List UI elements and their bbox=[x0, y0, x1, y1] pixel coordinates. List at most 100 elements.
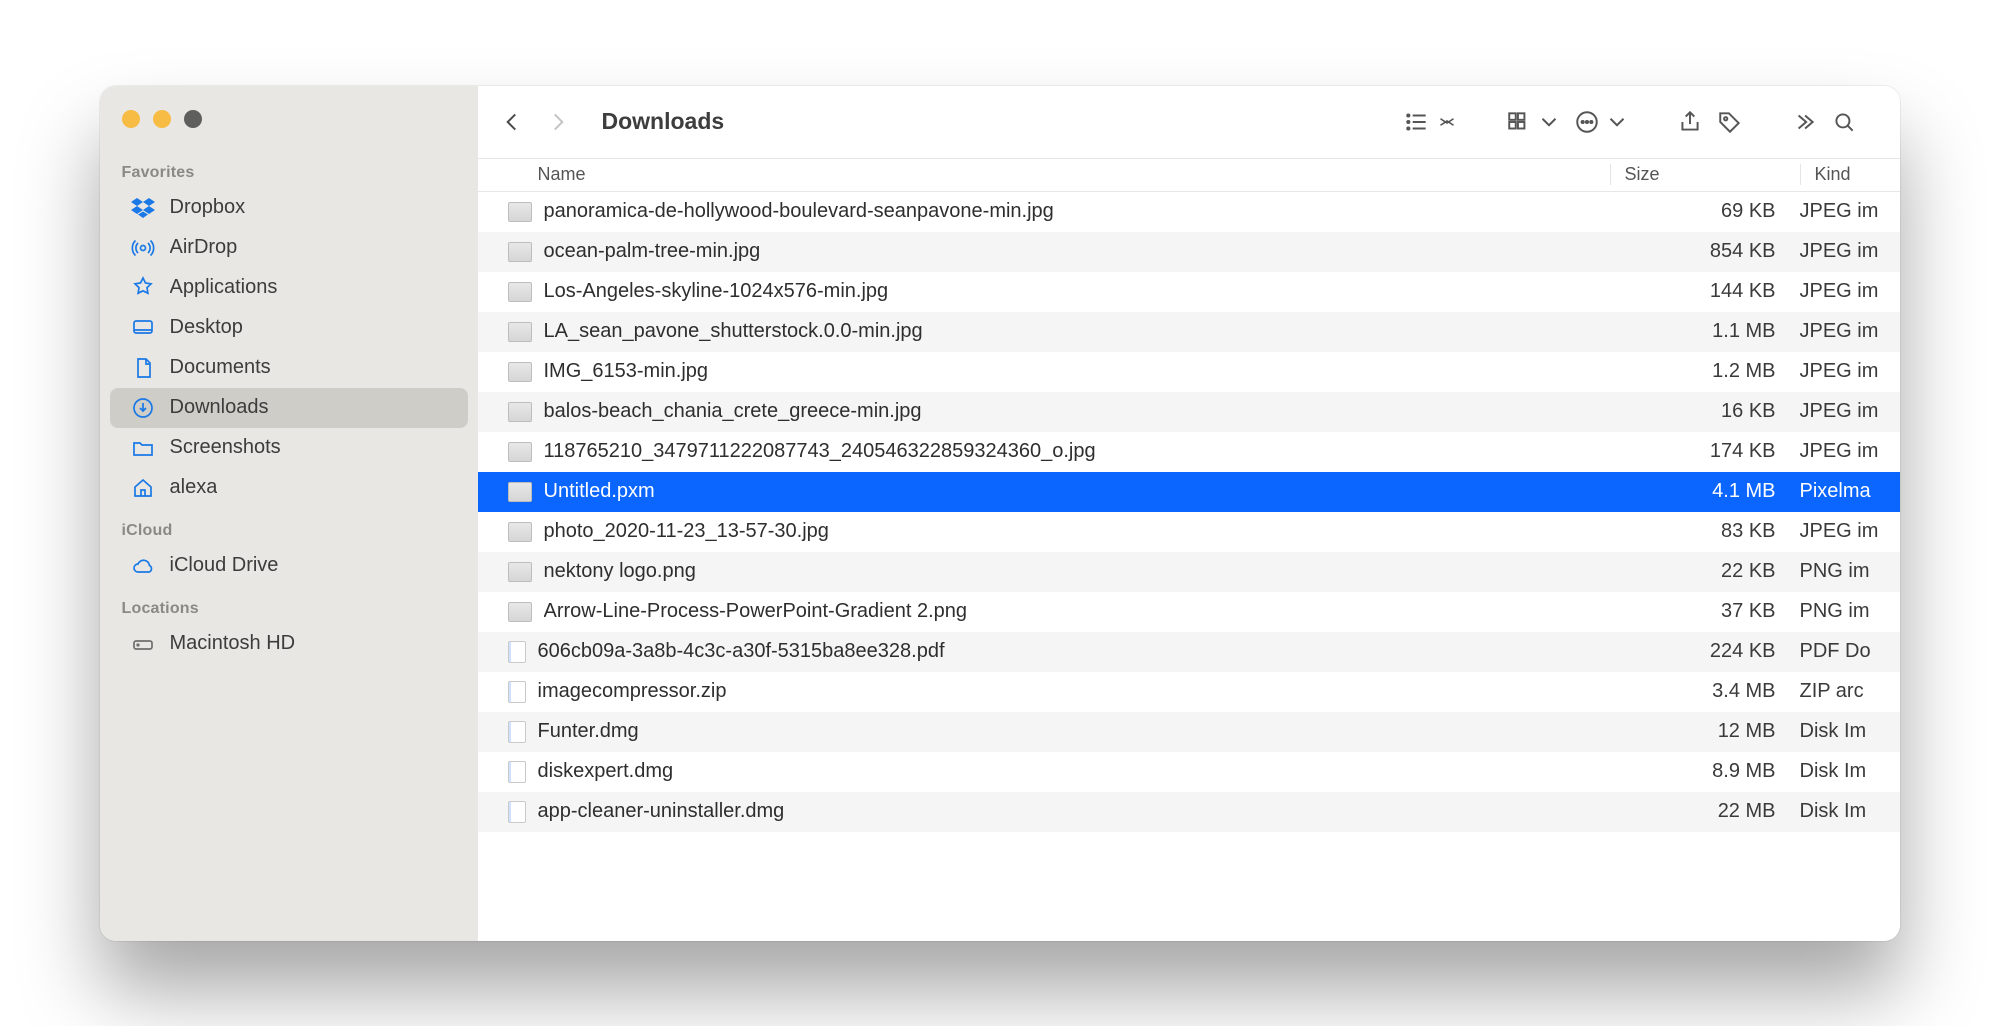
file-size: 22 KB bbox=[1610, 560, 1800, 583]
overflow-button[interactable] bbox=[1784, 102, 1824, 142]
file-size: 37 KB bbox=[1610, 600, 1800, 623]
file-size: 69 KB bbox=[1610, 200, 1800, 223]
file-kind: PNG im bbox=[1800, 600, 1900, 623]
file-row[interactable]: 606cb09a-3a8b-4c3c-a30f-5315ba8ee328.pdf… bbox=[478, 632, 1900, 672]
home-icon bbox=[130, 475, 156, 501]
file-row[interactable]: panoramica-de-hollywood-boulevard-seanpa… bbox=[478, 192, 1900, 232]
view-list-button[interactable] bbox=[1398, 102, 1466, 142]
sidebar-item-screenshots[interactable]: Screenshots bbox=[110, 428, 468, 468]
sidebar-item-desktop[interactable]: Desktop bbox=[110, 308, 468, 348]
airdrop-icon bbox=[130, 235, 156, 261]
image-thumbnail-icon bbox=[508, 282, 532, 302]
sidebar-item-label: Macintosh HD bbox=[170, 632, 296, 655]
file-name: Los-Angeles-skyline-1024x576-min.jpg bbox=[544, 280, 1610, 303]
sidebar-item-dropbox[interactable]: Dropbox bbox=[110, 188, 468, 228]
sidebar-item-icloud-drive[interactable]: iCloud Drive bbox=[110, 546, 468, 586]
sidebar-item-airdrop[interactable]: AirDrop bbox=[110, 228, 468, 268]
sidebar-item-downloads[interactable]: Downloads bbox=[110, 388, 468, 428]
image-thumbnail-icon bbox=[508, 602, 532, 622]
file-row[interactable]: nektony logo.png22 KBPNG im bbox=[478, 552, 1900, 592]
file-kind: JPEG im bbox=[1800, 320, 1900, 343]
group-by-button[interactable] bbox=[1500, 102, 1568, 142]
finder-window: Favorites Dropbox AirDrop Applications bbox=[100, 86, 1900, 941]
downloads-icon bbox=[130, 395, 156, 421]
minimize-window-button[interactable] bbox=[153, 110, 171, 128]
file-row[interactable]: Los-Angeles-skyline-1024x576-min.jpg144 … bbox=[478, 272, 1900, 312]
file-size: 83 KB bbox=[1610, 520, 1800, 543]
file-row[interactable]: 118765210_3479711222087743_2405463228593… bbox=[478, 432, 1900, 472]
sidebar-item-macintosh-hd[interactable]: Macintosh HD bbox=[110, 624, 468, 664]
sidebar-item-documents[interactable]: Documents bbox=[110, 348, 468, 388]
toolbar: Downloads bbox=[478, 86, 1900, 158]
file-name: Funter.dmg bbox=[538, 720, 1610, 743]
file-name: 118765210_3479711222087743_2405463228593… bbox=[544, 440, 1610, 463]
file-size: 16 KB bbox=[1610, 400, 1800, 423]
file-name: balos-beach_chania_crete_greece-min.jpg bbox=[544, 400, 1610, 423]
file-kind: JPEG im bbox=[1800, 440, 1900, 463]
image-thumbnail-icon bbox=[508, 562, 532, 582]
file-row[interactable]: Funter.dmg12 MBDisk Im bbox=[478, 712, 1900, 752]
sidebar-item-label: Downloads bbox=[170, 396, 269, 419]
file-row[interactable]: LA_sean_pavone_shutterstock.0.0-min.jpg1… bbox=[478, 312, 1900, 352]
sidebar-item-label: Dropbox bbox=[170, 196, 246, 219]
sidebar-item-label: Applications bbox=[170, 276, 278, 299]
file-row[interactable]: imagecompressor.zip3.4 MBZIP arc bbox=[478, 672, 1900, 712]
file-name: Arrow-Line-Process-PowerPoint-Gradient 2… bbox=[544, 600, 1610, 623]
folder-icon bbox=[130, 435, 156, 461]
window-controls bbox=[100, 104, 478, 150]
file-row[interactable]: app-cleaner-uninstaller.dmg22 MBDisk Im bbox=[478, 792, 1900, 832]
document-icon bbox=[508, 721, 526, 743]
file-row[interactable]: diskexpert.dmg8.9 MBDisk Im bbox=[478, 752, 1900, 792]
file-name: diskexpert.dmg bbox=[538, 760, 1610, 783]
search-button[interactable] bbox=[1824, 102, 1864, 142]
back-button[interactable] bbox=[492, 102, 532, 142]
action-menu-button[interactable] bbox=[1568, 102, 1636, 142]
image-thumbnail-icon bbox=[508, 242, 532, 262]
file-row[interactable]: Arrow-Line-Process-PowerPoint-Gradient 2… bbox=[478, 592, 1900, 632]
share-button[interactable] bbox=[1670, 102, 1710, 142]
file-kind: Disk Im bbox=[1800, 800, 1900, 823]
file-row[interactable]: Untitled.pxm4.1 MBPixelma bbox=[478, 472, 1900, 512]
sidebar-section-favorites: Favorites bbox=[100, 150, 478, 188]
document-icon bbox=[508, 681, 526, 703]
file-row[interactable]: IMG_6153-min.jpg1.2 MBJPEG im bbox=[478, 352, 1900, 392]
close-window-button[interactable] bbox=[122, 110, 140, 128]
document-icon bbox=[508, 761, 526, 783]
file-row[interactable]: photo_2020-11-23_13-57-30.jpg83 KBJPEG i… bbox=[478, 512, 1900, 552]
file-kind: Pixelma bbox=[1800, 480, 1900, 503]
disk-icon bbox=[130, 631, 156, 657]
image-thumbnail-icon bbox=[508, 402, 532, 422]
image-thumbnail-icon bbox=[508, 202, 532, 222]
file-name: imagecompressor.zip bbox=[538, 680, 1610, 703]
zoom-window-button[interactable] bbox=[184, 110, 202, 128]
file-name: panoramica-de-hollywood-boulevard-seanpa… bbox=[544, 200, 1610, 223]
file-name: app-cleaner-uninstaller.dmg bbox=[538, 800, 1610, 823]
image-thumbnail-icon bbox=[508, 442, 532, 462]
column-header-kind[interactable]: Kind bbox=[1800, 164, 1900, 185]
file-row[interactable]: ocean-palm-tree-min.jpg854 KBJPEG im bbox=[478, 232, 1900, 272]
file-name: photo_2020-11-23_13-57-30.jpg bbox=[544, 520, 1610, 543]
sidebar-item-applications[interactable]: Applications bbox=[110, 268, 468, 308]
file-size: 174 KB bbox=[1610, 440, 1800, 463]
column-headers[interactable]: Name Size Kind bbox=[478, 158, 1900, 192]
file-kind: PNG im bbox=[1800, 560, 1900, 583]
column-header-name[interactable]: Name bbox=[538, 164, 1610, 185]
file-kind: JPEG im bbox=[1800, 360, 1900, 383]
window-title: Downloads bbox=[602, 108, 725, 135]
sidebar-item-home[interactable]: alexa bbox=[110, 468, 468, 508]
sidebar-item-label: Screenshots bbox=[170, 436, 281, 459]
image-thumbnail-icon bbox=[508, 522, 532, 542]
file-row[interactable]: balos-beach_chania_crete_greece-min.jpg1… bbox=[478, 392, 1900, 432]
column-header-size[interactable]: Size bbox=[1610, 164, 1800, 185]
dropbox-icon bbox=[130, 195, 156, 221]
file-size: 3.4 MB bbox=[1610, 680, 1800, 703]
file-list[interactable]: panoramica-de-hollywood-boulevard-seanpa… bbox=[478, 192, 1900, 941]
tags-button[interactable] bbox=[1710, 102, 1750, 142]
forward-button[interactable] bbox=[538, 102, 578, 142]
sidebar-item-label: Desktop bbox=[170, 316, 243, 339]
file-kind: JPEG im bbox=[1800, 280, 1900, 303]
file-size: 12 MB bbox=[1610, 720, 1800, 743]
desktop-icon bbox=[130, 315, 156, 341]
sidebar-section-locations: Locations bbox=[100, 586, 478, 624]
file-kind: JPEG im bbox=[1800, 520, 1900, 543]
